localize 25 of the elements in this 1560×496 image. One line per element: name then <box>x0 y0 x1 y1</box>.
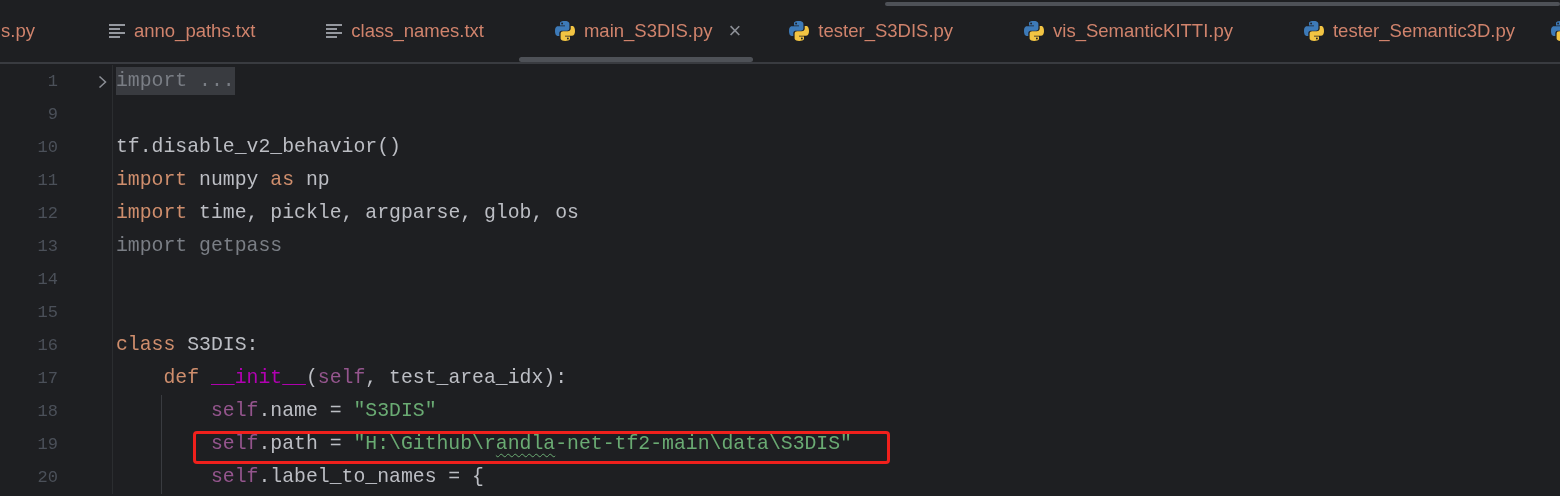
file-tab[interactable]: anno_paths.txt <box>72 0 291 62</box>
code-line: def __init__(self, test_area_idx): <box>163 367 568 389</box>
code-line: import numpy as np <box>116 169 330 191</box>
python-icon <box>1303 20 1325 42</box>
file-tab[interactable]: tester_S3DIS.py <box>753 0 989 62</box>
file-tab[interactable]: tester_Semantic3D.py <box>1268 0 1550 62</box>
file-tab[interactable]: class_names.txt <box>290 0 519 62</box>
code-line: self.name = "S3DIS" <box>210 400 437 422</box>
code-line: import time, pickle, argparse, glob, os <box>116 202 579 224</box>
python-icon <box>788 20 811 42</box>
chevron-icon[interactable] <box>98 74 107 89</box>
file-tab[interactable]: vis_SemanticKITTI.py <box>988 0 1268 62</box>
code-line: class S3DIS: <box>116 334 259 356</box>
code-line: tf.disable_v2_behavior() <box>116 136 401 158</box>
text-lines-icon <box>107 23 126 39</box>
code-line: self.label_to_names = { <box>210 466 484 488</box>
file-tab[interactable]: main_S3DIS.py × <box>518 0 754 62</box>
file-tab[interactable]: s.py <box>0 0 73 62</box>
python-icon <box>1023 20 1046 42</box>
code-line: self.path = "H:\Github\randla-net-tf2-main\data\S3DIS" <box>210 433 852 455</box>
close-button[interactable]: × <box>728 18 742 44</box>
python-icon <box>553 20 576 42</box>
text-lines-icon <box>325 23 344 39</box>
scrollbar[interactable] <box>885 2 1560 6</box>
code-line: import getpass <box>116 235 283 257</box>
